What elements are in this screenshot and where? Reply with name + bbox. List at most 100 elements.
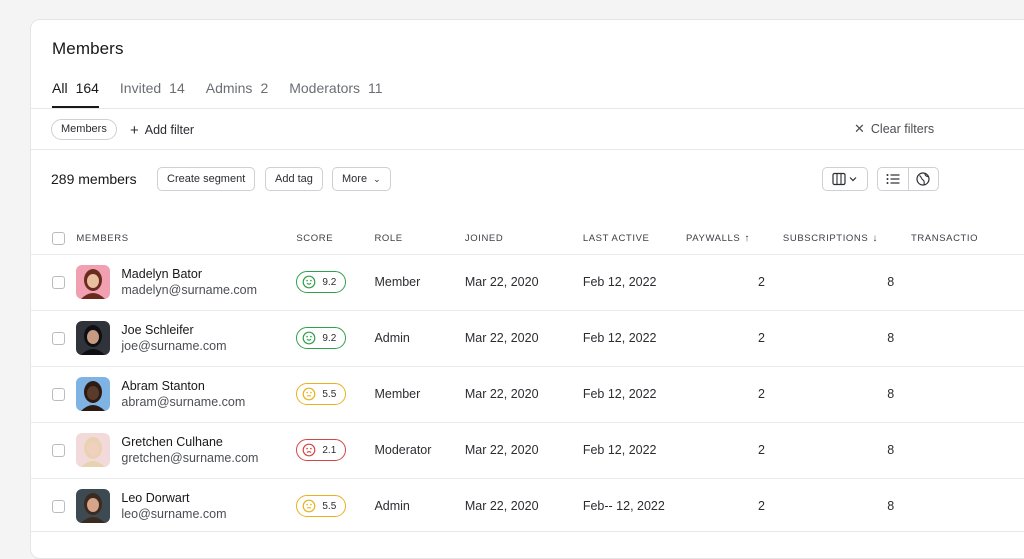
table-row[interactable]: Gretchen Culhane gretchen@surname.com 2.1 M… [31,421,1024,478]
role-cell: Moderator [374,421,465,478]
member-email: madelyn@surname.com [121,282,258,297]
column-view-button[interactable] [822,167,868,191]
joined-cell: Mar 22, 2020 [464,309,583,366]
avatar [76,321,111,355]
member-cell: Abram Stanton abram@surname.com [76,377,296,411]
member-name[interactable]: Joe Schleifer [121,322,226,338]
create-segment-button[interactable]: Create segment [157,167,256,191]
more-button[interactable]: More ⌄ [332,167,391,191]
table-row[interactable]: Joe Schleifer joe@surname.com 9.2 Admin Mar … [31,309,1024,366]
select-all-checkbox[interactable] [52,232,65,246]
table-row[interactable]: Leo Dorwart leo@surname.com 5.5 Admin Mar 22… [31,477,1024,534]
score-value: 2.1 [322,444,337,456]
tab-all[interactable]: All 164 [52,80,99,108]
subscriptions-cell: 8 [764,309,979,366]
avatar [76,265,111,299]
table-header-row: MEMBERS SCORE ROLE JOINED LAST ACTIVE PA… [31,224,1024,254]
happy-face-icon [302,275,316,289]
arrow-down-icon: ↓ [872,233,878,245]
score-value: 5.5 [322,500,337,512]
paywalls-cell: 2 [683,365,765,422]
arrow-up-icon: ↑ [744,233,750,245]
paywalls-header-label: PAYWALLS [686,233,741,245]
neutral-face-icon [302,387,316,401]
clear-filters-button[interactable]: ✕ Clear filters [854,121,934,137]
subscriptions-header-label: SUBSCRIPTIONS [782,233,869,245]
member-email: abram@surname.com [121,394,246,409]
row-checkbox[interactable] [52,388,65,402]
member-email: joe@surname.com [121,338,227,353]
role-cell: Admin [374,477,465,534]
paywalls-cell: 2 [683,309,765,366]
joined-cell: Mar 22, 2020 [464,253,583,310]
member-cell: Joe Schleifer joe@surname.com [76,321,296,355]
column-header-role[interactable]: ROLE [374,224,464,254]
tab-count: 14 [169,80,185,96]
score-value: 5.5 [322,388,337,400]
table-row[interactable]: Abram Stanton abram@surname.com 5.5 Member M… [31,365,1024,422]
tab-count: 11 [368,80,383,96]
view-toggle [877,167,939,191]
column-header-members[interactable]: MEMBERS [76,224,296,254]
row-checkbox[interactable] [52,332,65,346]
subscriptions-cell: 8 [764,477,979,534]
member-name[interactable]: Abram Stanton [121,378,245,394]
sad-face-icon [302,443,316,457]
subscriptions-cell: 8 [764,365,979,422]
column-header-last-active[interactable]: LAST ACTIVE [583,224,683,254]
paywalls-cell: 2 [683,421,765,478]
row-checkbox[interactable] [52,500,65,514]
last-active-cell: Feb 12, 2022 [582,309,684,366]
divider [31,531,1024,532]
last-active-cell: Feb-- 12, 2022 [582,477,684,534]
role-cell: Member [374,365,465,422]
member-name[interactable]: Gretchen Culhane [121,434,258,450]
score-badge: 9.2 [296,327,347,349]
more-label: More [342,173,368,185]
table-row[interactable]: Madelyn Bator madelyn@surname.com 9.2 Membe… [31,253,1024,310]
tab-label: All [52,80,68,96]
member-name[interactable]: Leo Dorwart [121,490,226,506]
tab-count: 2 [260,80,269,96]
member-cell: Gretchen Culhane gretchen@surname.com [76,433,296,467]
row-checkbox[interactable] [52,444,65,458]
joined-cell: Mar 22, 2020 [464,421,583,478]
joined-cell: Mar 22, 2020 [464,477,583,534]
column-header-paywalls[interactable]: PAYWALLS ↑ SUBSCRIPTIONS ↓ TRANSACTIO [683,224,978,254]
score-value: 9.2 [322,332,337,344]
last-active-cell: Feb 12, 2022 [582,421,684,478]
member-name[interactable]: Madelyn Bator [121,266,257,282]
happy-face-icon [302,331,316,345]
filter-bar: Members + Add filter ✕ Clear filters [51,119,1024,141]
last-active-cell: Feb 12, 2022 [582,253,684,310]
column-header-joined[interactable]: JOINED [465,224,583,254]
paywalls-cell: 2 [683,477,765,534]
add-filter-label: Add filter [144,123,195,137]
avatar [76,433,111,467]
filter-chip-members[interactable]: Members [51,119,117,140]
add-filter-button[interactable]: + Add filter [130,121,195,139]
avatar [76,377,111,411]
tab-admins[interactable]: Admins 2 [206,80,268,108]
table-toolbar: 289 members Create segment Add tag More ⌄ [51,167,1024,191]
members-count: 289 members [51,171,137,187]
column-header-score[interactable]: SCORE [296,224,374,254]
add-tag-button[interactable]: Add tag [265,167,323,191]
row-checkbox[interactable] [52,276,65,290]
transactions-header-label: TRANSACTIO [910,233,979,245]
list-icon[interactable] [878,168,908,190]
chevron-down-icon: ⌄ [373,174,381,184]
plus-icon: + [130,122,139,139]
role-cell: Admin [374,309,465,366]
score-badge: 9.2 [296,271,347,293]
joined-cell: Mar 22, 2020 [464,365,583,422]
tab-moderators[interactable]: Moderators 11 [289,80,382,108]
score-badge: 5.5 [296,495,347,518]
clear-filters-label: Clear filters [870,122,935,136]
subscriptions-cell: 8 [764,253,979,310]
globe-icon[interactable] [909,168,939,190]
members-panel: Members All 164 Invited 14 Admins 2 Moderat… [30,19,1024,559]
page-title: Members [52,39,124,58]
tab-count: 164 [75,80,99,96]
tab-invited[interactable]: Invited 14 [120,80,185,108]
